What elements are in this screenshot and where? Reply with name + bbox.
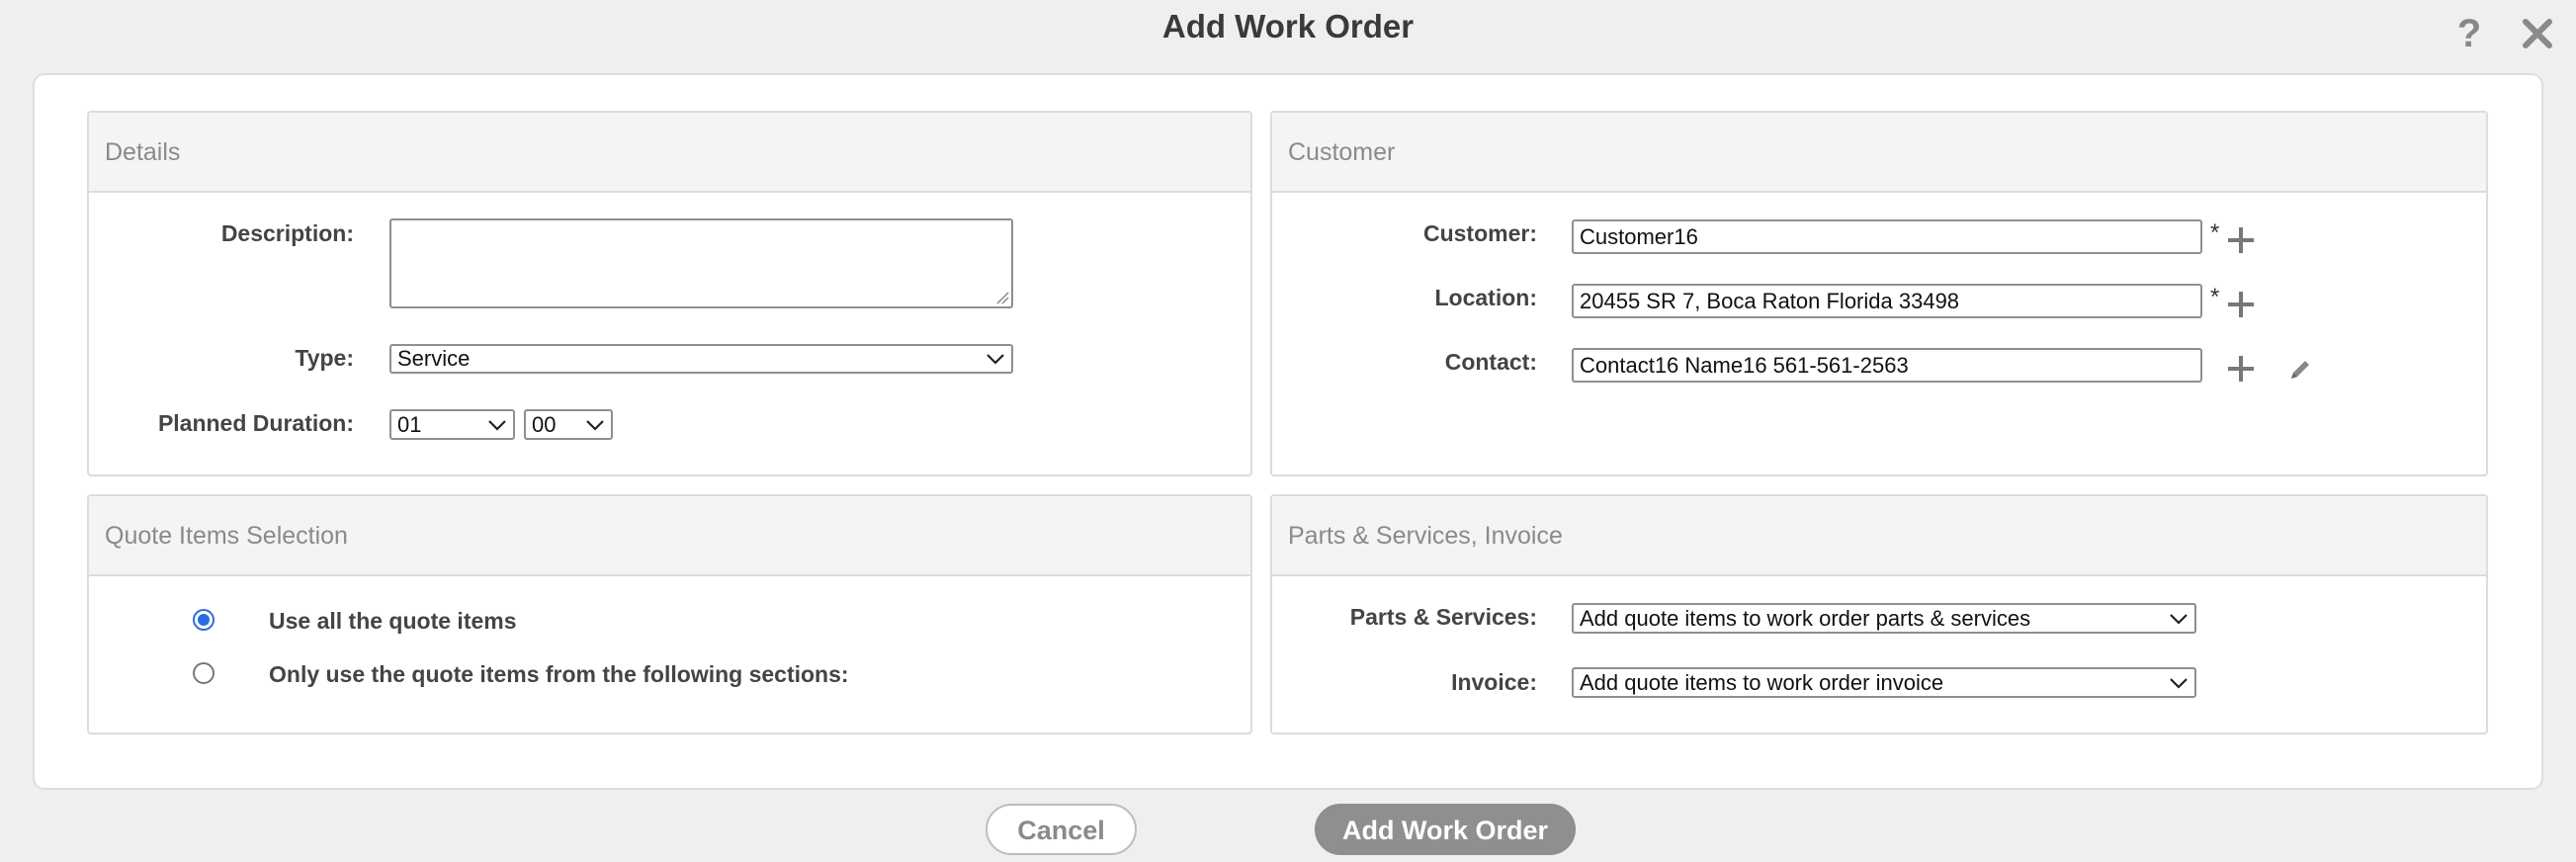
type-label: Type: <box>295 345 354 371</box>
details-header: Details <box>89 113 1250 193</box>
location-label: Location: <box>1434 285 1538 310</box>
dialog-title: Add Work Order <box>1161 8 1415 44</box>
chevron-down-icon <box>987 354 1004 365</box>
edit-contact-pencil-icon[interactable] <box>2286 356 2314 384</box>
location-input[interactable]: 20455 SR 7, Boca Raton Florida 33498 <box>1572 284 2202 318</box>
type-select-value: Service <box>397 346 471 371</box>
close-icon[interactable] <box>2518 14 2557 53</box>
resize-handle-icon[interactable] <box>995 291 1009 304</box>
description-textarea[interactable] <box>389 218 1013 308</box>
chevron-down-icon <box>586 419 604 431</box>
duration-minutes-select[interactable]: 00 <box>524 409 613 440</box>
help-icon[interactable]: ? <box>2449 14 2489 53</box>
duration-hours-value: 01 <box>397 411 422 437</box>
use-sections-quote-items-radio[interactable] <box>193 662 215 684</box>
customer-label: Customer: <box>1422 220 1537 246</box>
required-mark: * <box>2210 284 2220 310</box>
contact-input[interactable]: Contact16 Name16 561-561-2563 <box>1572 348 2202 383</box>
description-label: Description: <box>220 220 354 246</box>
use-sections-quote-items-label[interactable]: Only use the quote items from the follow… <box>269 661 849 688</box>
cancel-button[interactable]: Cancel <box>986 804 1137 855</box>
use-all-quote-items-radio[interactable] <box>193 609 215 631</box>
planned-duration-label: Planned Duration: <box>157 410 354 436</box>
add-contact-plus-icon[interactable] <box>2226 354 2256 384</box>
add-customer-plus-icon[interactable] <box>2226 225 2256 255</box>
parts-invoice-header: Parts & Services, Invoice <box>1272 496 2486 576</box>
quote-items-header: Quote Items Selection <box>89 496 1250 576</box>
contact-label: Contact: <box>1444 349 1537 375</box>
chevron-down-icon <box>2170 677 2188 689</box>
quote-items-panel: Quote Items Selection <box>87 494 1252 734</box>
use-all-quote-items-label[interactable]: Use all the quote items <box>269 608 517 635</box>
required-mark: * <box>2210 219 2220 246</box>
location-input-value: 20455 SR 7, Boca Raton Florida 33498 <box>1580 288 1960 313</box>
customer-input[interactable]: Customer16 <box>1572 219 2202 254</box>
customer-input-value: Customer16 <box>1580 223 1698 249</box>
parts-services-label: Parts & Services: <box>1349 604 1537 630</box>
duration-hours-select[interactable]: 01 <box>389 409 515 440</box>
add-location-plus-icon[interactable] <box>2226 290 2256 319</box>
invoice-select[interactable]: Add quote items to work order invoice <box>1572 667 2196 698</box>
parts-services-select[interactable]: Add quote items to work order parts & se… <box>1572 603 2196 634</box>
invoice-value: Add quote items to work order invoice <box>1580 669 1944 695</box>
invoice-label: Invoice: <box>1451 669 1537 695</box>
chevron-down-icon <box>488 419 506 431</box>
parts-services-value: Add quote items to work order parts & se… <box>1580 605 2031 631</box>
duration-minutes-value: 00 <box>532 411 557 437</box>
contact-input-value: Contact16 Name16 561-561-2563 <box>1580 352 1909 378</box>
customer-header: Customer <box>1272 113 2486 193</box>
type-select[interactable]: Service <box>389 344 1013 374</box>
chevron-down-icon <box>2170 613 2188 625</box>
add-work-order-button[interactable]: Add Work Order <box>1315 804 1576 855</box>
